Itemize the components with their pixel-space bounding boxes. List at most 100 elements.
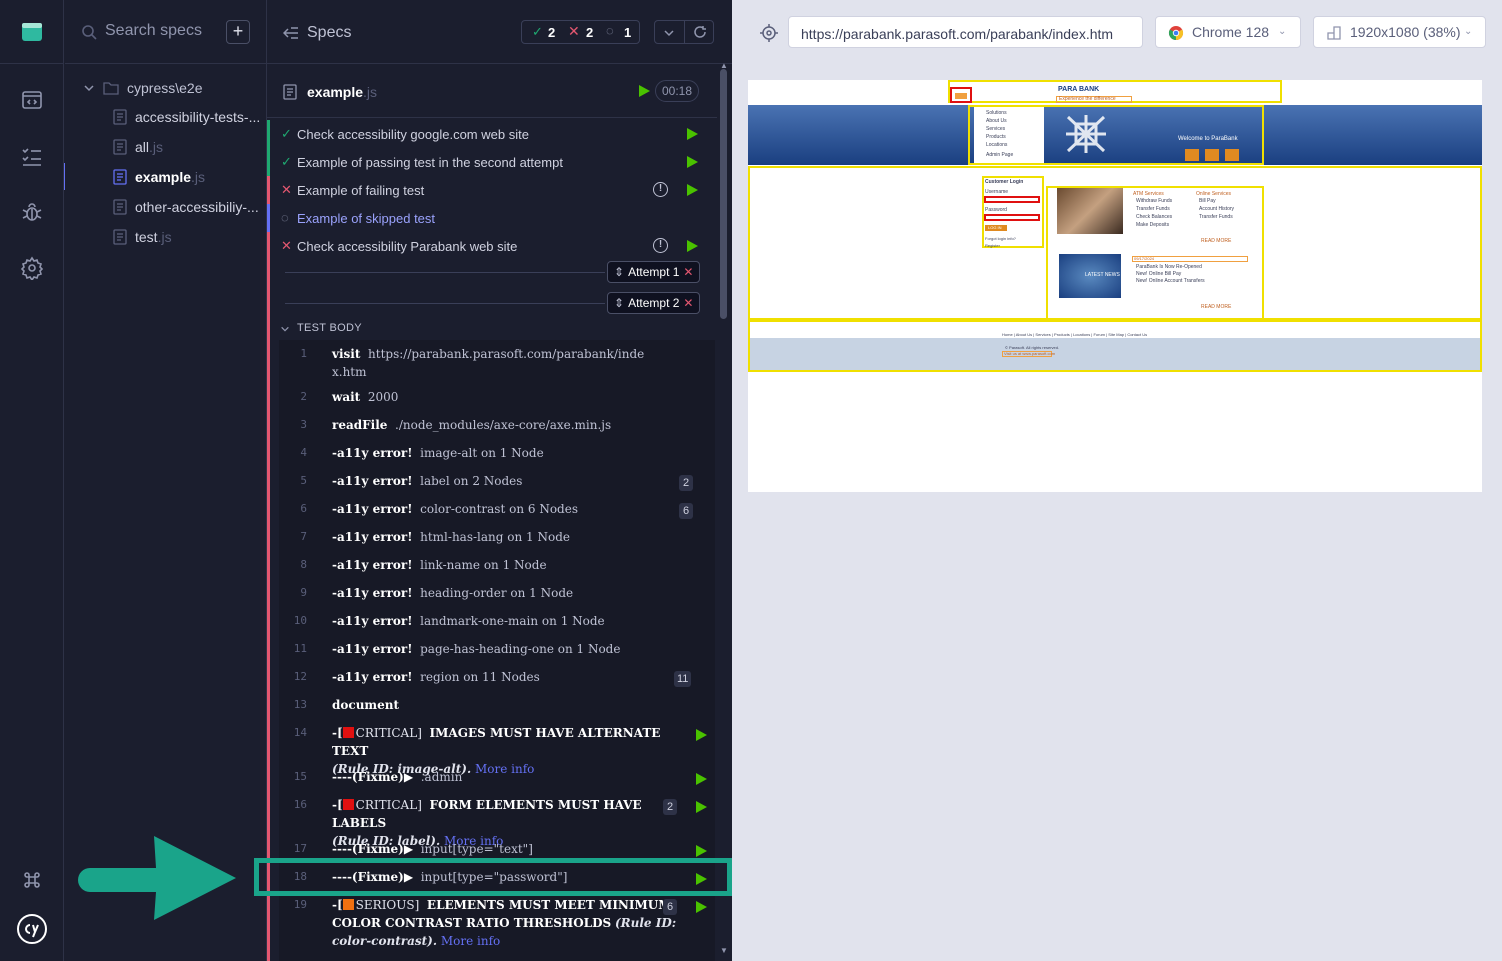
- online-item[interactable]: Bill Pay: [1199, 198, 1216, 204]
- visit-link[interactable]: Visit us at www.parasoft.com: [1004, 351, 1055, 356]
- play-icon[interactable]: [694, 844, 708, 858]
- spec-file-item[interactable]: test.js: [113, 225, 263, 249]
- command-row[interactable]: 7 -a11y error! html-has-lang on 1 Node: [279, 528, 715, 548]
- scroll-down-icon[interactable]: ▼: [720, 946, 728, 955]
- register-link[interactable]: Register: [985, 243, 1000, 248]
- collapse-specs-icon[interactable]: [283, 26, 299, 40]
- banner-icon[interactable]: [1185, 149, 1199, 161]
- test-label: Example of skipped test: [297, 211, 436, 226]
- command-name: -a11y error!: [332, 558, 413, 572]
- command-row[interactable]: 5 -a11y error! label on 2 Nodes 2: [279, 472, 715, 492]
- attempt-1-tag[interactable]: ⇕ Attempt 1 ✕: [607, 261, 701, 283]
- chevron-down-icon[interactable]: [280, 324, 290, 334]
- command-message: color-contrast on 6 Nodes: [420, 502, 578, 516]
- spec-file-item[interactable]: all.js: [113, 135, 263, 159]
- command-row[interactable]: 3 readFile ./node_modules/axe-core/axe.m…: [279, 416, 715, 436]
- play-icon[interactable]: [685, 127, 699, 141]
- atm-item[interactable]: Check Balances: [1136, 214, 1172, 220]
- command-row[interactable]: 8 -a11y error! link-name on 1 Node: [279, 556, 715, 576]
- news-item[interactable]: New! Online Account Transfers: [1136, 278, 1205, 284]
- search-specs-input[interactable]: Search specs: [105, 22, 202, 40]
- menu-item[interactable]: Products: [986, 134, 1006, 140]
- command-number: 9: [300, 586, 307, 599]
- read-more-link[interactable]: READ MORE: [1201, 238, 1231, 244]
- menu-item[interactable]: About Us: [986, 118, 1007, 124]
- play-icon[interactable]: [694, 800, 708, 814]
- menu-item[interactable]: Admin Page: [986, 152, 1013, 158]
- command-row[interactable]: 13 document: [279, 696, 715, 716]
- test-item[interactable]: ✕ Example of failing test !: [267, 176, 717, 204]
- atm-item[interactable]: Transfer Funds: [1136, 206, 1170, 212]
- play-icon[interactable]: [685, 155, 699, 169]
- footer-links[interactable]: Home | About Us | Services | Products | …: [1002, 332, 1147, 337]
- play-icon[interactable]: [685, 239, 699, 253]
- test-item[interactable]: ✓ Check accessibility google.com web sit…: [267, 120, 717, 148]
- banner-icon[interactable]: [1225, 149, 1239, 161]
- atm-item[interactable]: Withdraw Funds: [1136, 198, 1172, 204]
- username-label: Username: [985, 189, 1009, 195]
- scroll-up-icon[interactable]: ▲: [720, 61, 728, 70]
- news-item[interactable]: New! Online Bill Pay: [1136, 271, 1181, 277]
- username-input[interactable]: [984, 196, 1040, 203]
- cypress-logo-icon[interactable]: [16, 913, 48, 945]
- play-icon[interactable]: [694, 772, 708, 786]
- news-item[interactable]: ParaBank Is Now Re-Opened: [1136, 264, 1202, 270]
- browser-selector[interactable]: Chrome 128 ⌄: [1155, 16, 1301, 48]
- test-item[interactable]: ◌ Example of skipped test: [267, 204, 717, 232]
- critical-square-icon: [342, 727, 354, 738]
- play-icon[interactable]: [694, 728, 708, 742]
- spec-file-item-active[interactable]: example.js: [113, 165, 263, 189]
- highlight-box: [254, 858, 732, 896]
- test-item[interactable]: ✓ Example of passing test in the second …: [267, 148, 717, 176]
- menu-item[interactable]: Locations: [986, 142, 1007, 148]
- runs-icon[interactable]: [20, 144, 44, 168]
- url-bar[interactable]: https://parabank.parasoft.com/parabank/i…: [788, 16, 1143, 48]
- log-row-serious[interactable]: 19 -[SERIOUS] ELEMENTS MUST MEET MINIMUM…: [279, 896, 715, 952]
- command-row[interactable]: 11 -a11y error! page-has-heading-one on …: [279, 640, 715, 660]
- online-item[interactable]: Transfer Funds: [1199, 214, 1233, 220]
- settings-gear-icon[interactable]: [20, 256, 44, 280]
- rerun-icon[interactable]: [693, 25, 707, 39]
- log-row-critical[interactable]: 14 -[CRITICAL] IMAGES MUST HAVE ALTERNAT…: [279, 724, 715, 776]
- attempt-2-tag[interactable]: ⇕ Attempt 2 ✕: [607, 292, 701, 314]
- log-row-critical[interactable]: 16 -[CRITICAL] FORM ELEMENTS MUST HAVE L…: [279, 796, 715, 848]
- command-row[interactable]: 1 visit https://parabank.parasoft.com/pa…: [279, 345, 715, 381]
- specs-icon[interactable]: [20, 88, 44, 112]
- chevron-down-icon[interactable]: [663, 27, 675, 39]
- play-icon[interactable]: [637, 84, 651, 98]
- command-row[interactable]: 9 -a11y error! heading-order on 1 Node: [279, 584, 715, 604]
- command-row[interactable]: 10 -a11y error! landmark-one-main on 1 N…: [279, 612, 715, 632]
- play-icon[interactable]: [685, 183, 699, 197]
- spec-file-item[interactable]: other-accessibiliy-...: [113, 195, 263, 219]
- left-nav: [0, 0, 68, 961]
- command-row[interactable]: 6 -a11y error! color-contrast on 6 Nodes…: [279, 500, 715, 520]
- log-row-fixme[interactable]: 17 ----(Fixme)▶ input[type="text"]: [279, 840, 715, 860]
- banner-icon[interactable]: [1205, 149, 1219, 161]
- reporter-scrollbar[interactable]: ▲ ▼: [717, 61, 731, 961]
- viewport-selector[interactable]: 1920x1080 (38%) ⌄: [1313, 16, 1486, 48]
- add-spec-button[interactable]: +: [226, 20, 250, 44]
- play-icon[interactable]: [694, 900, 708, 914]
- test-item[interactable]: ✕ Check accessibility Parabank web site …: [267, 232, 717, 260]
- password-input[interactable]: [984, 214, 1040, 221]
- debug-icon[interactable]: [20, 200, 44, 224]
- folder-row[interactable]: cypress\e2e: [83, 76, 202, 100]
- online-item[interactable]: Account History: [1199, 206, 1234, 212]
- info-icon[interactable]: !: [653, 182, 668, 197]
- info-icon[interactable]: !: [653, 238, 668, 253]
- menu-item[interactable]: Solutions: [986, 110, 1007, 116]
- command-row[interactable]: 12 -a11y error! region on 11 Nodes 11: [279, 668, 715, 688]
- keyboard-shortcuts-icon[interactable]: [20, 868, 44, 892]
- spec-file-item[interactable]: accessibility-tests-...: [113, 105, 263, 129]
- log-row-fixme[interactable]: 15 ----(Fixme)▶ .admin: [279, 768, 715, 788]
- more-info-link[interactable]: More info: [441, 934, 500, 948]
- forgot-link[interactable]: Forgot login info?: [985, 236, 1016, 241]
- command-row[interactable]: 4 -a11y error! image-alt on 1 Node: [279, 444, 715, 464]
- selector-playground-icon[interactable]: [760, 24, 778, 42]
- command-row[interactable]: 2 wait 2000: [279, 388, 715, 408]
- project-logo[interactable]: [0, 0, 64, 64]
- read-more-link[interactable]: READ MORE: [1201, 304, 1231, 310]
- menu-item[interactable]: Services: [986, 126, 1005, 132]
- atm-item[interactable]: Make Deposits: [1136, 222, 1169, 228]
- scroll-thumb[interactable]: [720, 69, 727, 319]
